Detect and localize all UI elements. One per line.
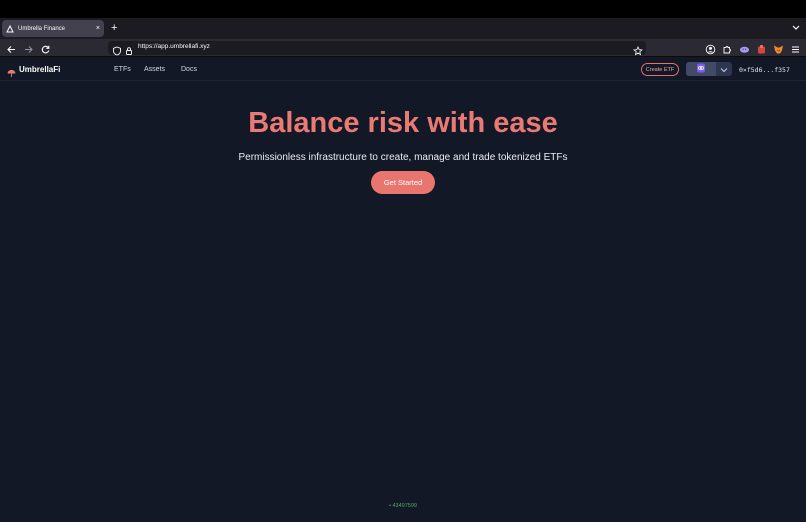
extensions-icon[interactable]	[722, 42, 733, 54]
chevron-down-icon	[720, 60, 728, 78]
nav-link-docs[interactable]: Docs	[181, 66, 197, 73]
url-bar[interactable]: https://app.umbrellafi.xyz	[108, 41, 646, 56]
create-etf-button[interactable]: Create ETF	[641, 63, 679, 76]
lock-icon[interactable]	[124, 43, 134, 55]
app-header: UmbrellaFi ETFs Assets Docs Create ETF 0…	[0, 57, 806, 81]
app-page: UmbrellaFi ETFs Assets Docs Create ETF 0…	[0, 57, 806, 522]
hero-subtitle: Permissionless infrastructure to create,…	[238, 152, 568, 163]
browser-toolbar: https://app.umbrellafi.xyz	[0, 39, 806, 57]
hamburger-menu-icon[interactable]	[790, 42, 801, 53]
shield-icon[interactable]	[112, 43, 122, 56]
chain-selector-button[interactable]	[686, 62, 716, 76]
metamask-fox-icon[interactable]	[773, 42, 784, 54]
chain-dropdown-button[interactable]	[716, 62, 732, 76]
block-number-status: • 43497599	[389, 503, 417, 509]
chain-link-icon	[694, 60, 708, 78]
back-arrow-icon[interactable]	[6, 42, 17, 53]
close-tab-icon[interactable]: ×	[96, 25, 100, 32]
tab-title: Umbrella Finance	[18, 25, 66, 32]
new-tab-button[interactable]: +	[111, 21, 117, 35]
account-icon[interactable]	[705, 42, 716, 55]
wallet-address[interactable]: 0×f5d6...f357	[739, 66, 790, 74]
bookmark-star-icon[interactable]	[632, 43, 644, 56]
url-text[interactable]: https://app.umbrellafi.xyz	[138, 43, 210, 50]
nav-link-assets[interactable]: Assets	[144, 66, 165, 73]
get-started-button[interactable]: Get Started	[371, 171, 435, 194]
extension-red-icon[interactable]	[756, 42, 767, 54]
hero-title: Balance risk with ease	[248, 107, 558, 139]
tab-list-chevron-icon[interactable]	[791, 21, 801, 35]
phantom-wallet-icon[interactable]	[739, 42, 750, 53]
brand-name[interactable]: UmbrellaFi	[19, 65, 60, 74]
tab-strip: Umbrella Finance × +	[0, 18, 806, 39]
os-menu-bar	[0, 0, 806, 18]
umbrella-logo-icon	[6, 24, 14, 33]
nav-link-etfs[interactable]: ETFs	[114, 66, 131, 73]
reload-icon[interactable]	[40, 42, 51, 54]
forward-arrow-icon[interactable]	[23, 42, 34, 53]
browser-tab[interactable]: Umbrella Finance ×	[2, 20, 104, 37]
umbrella-logo-icon[interactable]	[7, 65, 16, 77]
